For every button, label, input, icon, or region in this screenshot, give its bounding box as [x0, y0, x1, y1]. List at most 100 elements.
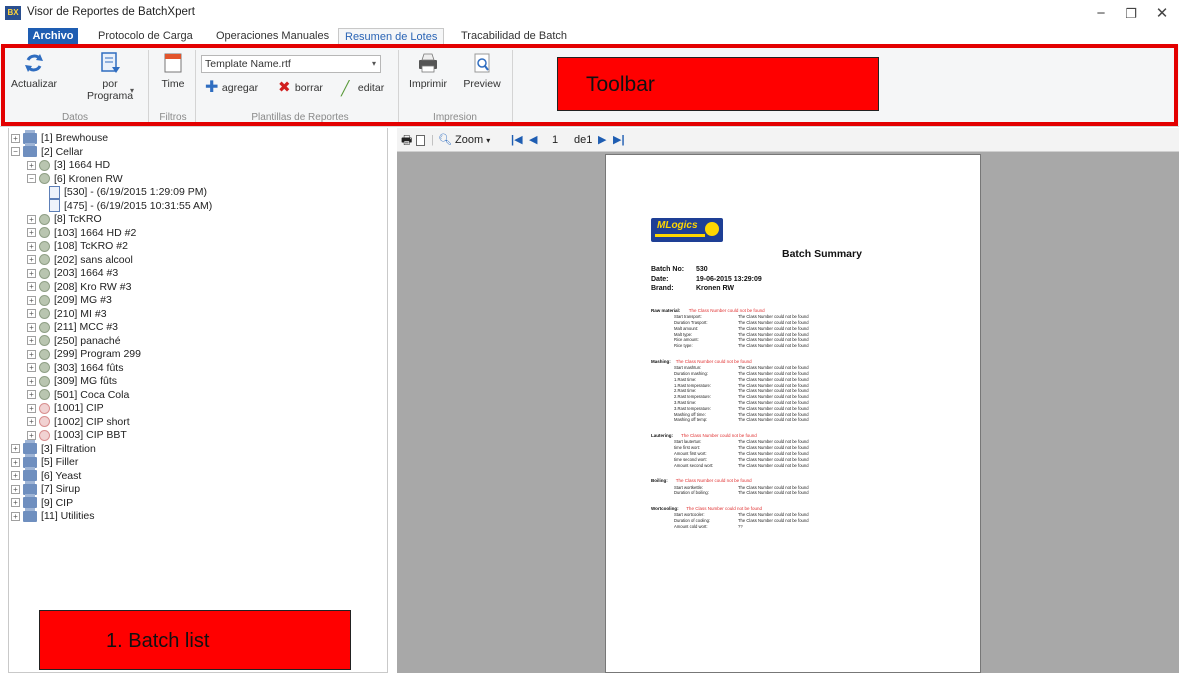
- expand-icon[interactable]: +: [27, 309, 36, 319]
- tree-item[interactable]: + [8] TcKRO: [27, 212, 102, 226]
- tree-item[interactable]: + [309] MG fûts: [27, 374, 117, 388]
- page-setup-icon[interactable]: [416, 132, 425, 148]
- close-button[interactable]: ✕: [1147, 3, 1177, 25]
- imprimir-button[interactable]: Imprimir: [403, 53, 453, 90]
- zoom-button[interactable]: 🔍︎ Zoom ▾: [438, 132, 490, 149]
- expand-icon[interactable]: +: [27, 417, 36, 427]
- preview-button[interactable]: Preview: [456, 53, 508, 90]
- tree-item[interactable]: + [208] Kro RW #3: [27, 280, 131, 294]
- collapse-icon[interactable]: −: [27, 174, 36, 184]
- tree-item[interactable]: + [299] Program 299: [27, 347, 141, 361]
- template-select[interactable]: Template Name.rtf ▾: [201, 55, 381, 73]
- tab-protocolo-de-carga[interactable]: Protocolo de Carga: [92, 28, 199, 45]
- tree-item[interactable]: + [5] Filler: [11, 453, 78, 469]
- tab-archivo[interactable]: Archivo: [28, 28, 78, 45]
- time-button[interactable]: Time: [155, 51, 191, 90]
- expand-icon[interactable]: +: [11, 511, 20, 521]
- tree-item[interactable]: + [108] TcKRO #2: [27, 239, 128, 253]
- tree-item[interactable]: + [11] Utilities: [11, 507, 95, 523]
- expand-icon[interactable]: +: [11, 444, 20, 454]
- last-page-icon[interactable]: ▶|: [613, 132, 625, 148]
- report-field-label: Amount cold wort:: [674, 524, 708, 529]
- expand-icon[interactable]: +: [27, 160, 36, 170]
- tree-item[interactable]: + [211] MCC #3: [27, 320, 118, 334]
- tree-item[interactable]: + [202] sans alcool: [27, 253, 133, 267]
- report-toolbar: 🖶 | 🔍︎ Zoom ▾ |◀ ◀ 1 de1 ▶ ▶|: [397, 128, 1179, 152]
- tree-item[interactable]: + [1002] CIP short: [27, 415, 130, 429]
- tab-resumen-de-lotes[interactable]: Resumen de Lotes: [338, 28, 445, 45]
- folder-icon: [23, 440, 37, 455]
- tree-item[interactable]: + [9] CIP: [11, 494, 73, 510]
- tree-item[interactable]: + [210] MI #3: [27, 307, 107, 321]
- expand-icon[interactable]: +: [27, 295, 36, 305]
- expand-icon[interactable]: +: [27, 403, 36, 413]
- editar-button[interactable]: ╱ editar: [341, 80, 384, 96]
- borrar-label: borrar: [294, 82, 323, 94]
- first-page-icon[interactable]: |◀: [511, 132, 523, 148]
- report-field-label: Amount first wort:: [674, 451, 707, 456]
- tree-item[interactable]: + [209] MG #3: [27, 293, 112, 307]
- borrar-button[interactable]: ✖ borrar: [278, 80, 323, 96]
- report-field-value: The Class Number could not be found: [738, 388, 809, 394]
- tree-item[interactable]: + [7] Sirup: [11, 480, 80, 496]
- tree-item[interactable]: [475] - (6/19/2015 10:31:55 AM): [49, 199, 212, 213]
- expand-icon[interactable]: +: [27, 255, 36, 265]
- expand-icon[interactable]: +: [27, 349, 36, 359]
- report-field-label: Mashing off time:: [674, 411, 706, 417]
- maximize-button[interactable]: ❐: [1116, 3, 1146, 25]
- tree-item-label: [8] TcKRO: [54, 213, 102, 225]
- zoom-label: Zoom: [455, 134, 484, 146]
- ribbon-separator: [148, 50, 149, 122]
- page-number-input[interactable]: 1: [552, 132, 558, 148]
- expand-icon[interactable]: +: [11, 457, 20, 467]
- tree-item[interactable]: + [501] Coca Cola: [27, 388, 129, 402]
- report-field-value: The Class Number could not be found: [738, 451, 809, 456]
- folder-icon: [23, 129, 37, 144]
- tab-operaciones-manuales[interactable]: Operaciones Manuales: [210, 28, 335, 45]
- ribbon-separator: [398, 50, 399, 122]
- expand-icon[interactable]: +: [27, 322, 36, 332]
- program-icon: [39, 213, 50, 225]
- report-section-heading: Mashing:: [651, 359, 671, 364]
- tree-item[interactable]: + [3] 1664 HD: [27, 158, 110, 172]
- collapse-icon[interactable]: −: [11, 147, 20, 157]
- expand-icon[interactable]: +: [27, 390, 36, 400]
- expand-icon[interactable]: +: [11, 484, 20, 494]
- tab-tracabilidad-de-batch[interactable]: Tracabilidad de Batch: [455, 28, 573, 45]
- tree-item[interactable]: − [2] Cellar: [11, 143, 83, 159]
- program-icon: [39, 159, 50, 171]
- expand-icon[interactable]: +: [27, 282, 36, 292]
- actualizar-button[interactable]: Actualizar: [6, 51, 62, 90]
- tree-item-label: [103] 1664 HD #2: [54, 226, 137, 239]
- agregar-button[interactable]: ✚ agregar: [205, 80, 258, 96]
- expand-icon[interactable]: +: [27, 241, 36, 251]
- tree-item[interactable]: + [3] Filtration: [11, 440, 96, 456]
- expand-icon[interactable]: +: [27, 363, 36, 373]
- tree-item-label: [1] Brewhouse: [41, 132, 109, 144]
- expand-icon[interactable]: +: [27, 214, 36, 224]
- expand-icon[interactable]: +: [11, 471, 20, 481]
- expand-icon[interactable]: +: [27, 376, 36, 386]
- app-icon: BX: [5, 6, 21, 20]
- tree-item[interactable]: + [103] 1664 HD #2: [27, 226, 136, 240]
- expand-icon[interactable]: +: [27, 228, 36, 238]
- minimize-button[interactable]: −: [1086, 3, 1116, 25]
- tree-item[interactable]: + [250] panaché: [27, 334, 121, 348]
- tree-item[interactable]: + [6] Yeast: [11, 467, 81, 483]
- tree-item[interactable]: + [1001] CIP: [27, 401, 104, 415]
- print-icon[interactable]: 🖶: [401, 132, 412, 148]
- tree-item[interactable]: + [1003] CIP BBT: [27, 428, 127, 442]
- next-page-icon[interactable]: ▶: [598, 132, 606, 148]
- ribbon-separator: [512, 50, 513, 122]
- tree-item[interactable]: + [203] 1664 #3: [27, 266, 118, 280]
- expand-icon[interactable]: +: [27, 430, 36, 440]
- expand-icon[interactable]: +: [11, 133, 20, 143]
- expand-icon[interactable]: +: [27, 336, 36, 346]
- expand-icon[interactable]: +: [27, 268, 36, 278]
- prev-page-icon[interactable]: ◀: [529, 132, 537, 148]
- tree-item[interactable]: − [6] Kronen RW: [27, 172, 123, 186]
- expand-icon[interactable]: +: [11, 498, 20, 508]
- tree-item[interactable]: + [303] 1664 fûts: [27, 361, 123, 375]
- tree-item[interactable]: [530] - (6/19/2015 1:29:09 PM): [49, 185, 207, 199]
- folder-icon: [23, 507, 37, 522]
